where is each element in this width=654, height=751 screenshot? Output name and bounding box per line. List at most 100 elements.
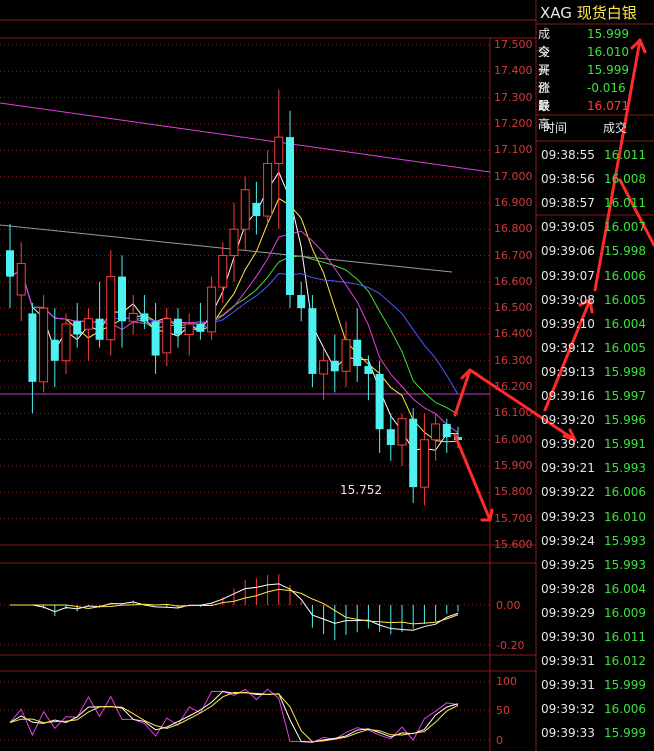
- tick-row[interactable]: 09:39:20 15.991: [540, 432, 654, 456]
- tick-row[interactable]: 09:39:13 15.998: [540, 360, 654, 384]
- candle-body: [419, 439, 429, 488]
- tick-row[interactable]: 09:39:22 16.006: [540, 480, 654, 504]
- price-tick-label: 16.100: [494, 406, 533, 420]
- tick-price: 16.009: [604, 605, 646, 620]
- quote-value: 16.010: [587, 45, 629, 59]
- macd-tick-label: -0.20: [496, 639, 525, 652]
- tick-row[interactable]: 09:39:30 16.011: [540, 625, 654, 649]
- candle-body: [174, 318, 182, 335]
- tick-time: 09:39:24: [541, 533, 595, 548]
- tick-row[interactable]: 09:39:31 16.012: [540, 649, 654, 673]
- ticks-header-price: 成交: [603, 121, 628, 135]
- tick-row[interactable]: 09:39:05 16.007: [540, 215, 654, 239]
- tick-time: 09:38:56: [541, 172, 595, 187]
- tick-price: 15.997: [604, 389, 646, 403]
- kdj-panel: [9, 688, 459, 743]
- candle-body: [162, 318, 172, 354]
- macd-panel: [10, 574, 459, 641]
- candle-body: [364, 366, 373, 374]
- price-tick-label: 16.900: [494, 195, 533, 209]
- symbol-code: XAG: [540, 4, 572, 22]
- price-tick-label: 16.200: [494, 380, 533, 394]
- candle-body: [274, 136, 284, 164]
- tick-time: 09:39:06: [541, 244, 595, 259]
- symbol-header: XAG 现货白银: [540, 4, 637, 22]
- candle-body: [83, 318, 93, 330]
- tick-time: 09:39:12: [541, 340, 595, 355]
- tick-row[interactable]: 09:39:10 16.004: [540, 312, 654, 336]
- candle-body: [386, 429, 395, 445]
- tick-time: 09:39:31: [541, 654, 595, 669]
- kdj-tick-label: 100: [496, 675, 517, 688]
- candle-body: [196, 323, 205, 332]
- candle-body: [263, 162, 273, 217]
- tick-row[interactable]: 09:39:32 16.006: [540, 697, 654, 721]
- tick-row[interactable]: 09:38:57 16.011: [540, 191, 654, 215]
- candle-body: [229, 228, 239, 257]
- tick-time: 09:39:10: [541, 316, 595, 331]
- tick-time: 09:39:20: [541, 413, 595, 428]
- tick-time: 09:38:55: [541, 148, 595, 162]
- tick-price: 16.004: [604, 316, 646, 331]
- tick-time: 09:39:21: [541, 461, 595, 476]
- price-tick-label: 15.600: [494, 538, 533, 551]
- macd-tick-label: 0.00: [496, 599, 521, 612]
- quote-value: 15.999: [587, 63, 629, 77]
- candle-body: [397, 418, 407, 446]
- tick-price: 15.998: [604, 244, 646, 259]
- tick-row[interactable]: 09:39:08 16.005: [540, 288, 654, 312]
- candle-body: [341, 339, 351, 372]
- price-tick-label: 17.100: [494, 143, 533, 157]
- candle-body: [252, 202, 261, 217]
- candle-body: [442, 423, 451, 438]
- tick-row[interactable]: 09:39:21 15.993: [540, 456, 654, 480]
- tick-row[interactable]: 09:39:07 16.006: [540, 264, 654, 288]
- tick-row[interactable]: 09:38:56 16.008: [540, 167, 654, 191]
- tick-price: 15.999: [604, 726, 646, 741]
- tick-price: 15.999: [604, 678, 646, 693]
- kdj-tick-label: 50: [496, 704, 510, 717]
- candle-body: [218, 255, 228, 288]
- tick-price: 16.005: [604, 292, 646, 307]
- candle-body: [73, 321, 82, 335]
- tick-price: 16.011: [604, 630, 646, 644]
- candle-body: [353, 339, 362, 367]
- tick-row[interactable]: 09:39:24 15.993: [540, 529, 654, 553]
- price-tick-label: 16.500: [494, 301, 533, 315]
- tick-row[interactable]: 09:39:20 15.996: [540, 408, 654, 432]
- tick-time: 09:39:22: [541, 485, 595, 500]
- tick-time: 09:39:31: [541, 678, 595, 693]
- tick-row[interactable]: 09:39:12 16.005: [540, 336, 654, 360]
- tick-price: 16.006: [604, 485, 646, 500]
- price-tick-label: 16.400: [494, 327, 533, 341]
- candle-body: [39, 307, 49, 383]
- arrow-down: [453, 433, 492, 522]
- tick-row[interactable]: 09:38:55 16.011: [540, 143, 654, 167]
- tick-time: 09:39:25: [541, 557, 595, 572]
- tick-row[interactable]: 09:39:33 15.999: [540, 721, 654, 745]
- tick-row[interactable]: 09:39:16 15.997: [540, 384, 654, 408]
- tick-row[interactable]: 09:39:23 16.010: [540, 505, 654, 529]
- candle-body: [431, 423, 441, 441]
- price-tick-label: 15.800: [494, 485, 533, 499]
- tick-time: 09:39:30: [541, 630, 595, 644]
- tick-row[interactable]: 09:39:31 15.999: [540, 673, 654, 697]
- tick-time: 09:38:57: [541, 196, 595, 211]
- candle-body: [128, 312, 138, 322]
- tick-row[interactable]: 09:39:25 15.993: [540, 553, 654, 577]
- price-tick-label: 17.200: [494, 116, 533, 130]
- tick-price: 15.996: [604, 413, 646, 428]
- candle-body: [308, 308, 317, 374]
- tick-row[interactable]: 09:39:28 16.004: [540, 577, 654, 601]
- price-tick-label: 15.900: [494, 459, 533, 473]
- tick-price: 16.005: [604, 340, 646, 355]
- candle-body: [118, 276, 126, 322]
- symbol-name: 现货白银: [576, 4, 637, 22]
- price-tick-label: 16.700: [494, 248, 533, 262]
- tick-time: 09:39:13: [541, 364, 595, 379]
- tick-row[interactable]: 09:39:06 15.998: [540, 239, 654, 263]
- tick-row[interactable]: 09:39:29 16.009: [540, 601, 654, 625]
- tick-time: 09:39:32: [541, 702, 595, 717]
- candle-body: [297, 295, 306, 309]
- tick-price: 16.010: [604, 509, 646, 524]
